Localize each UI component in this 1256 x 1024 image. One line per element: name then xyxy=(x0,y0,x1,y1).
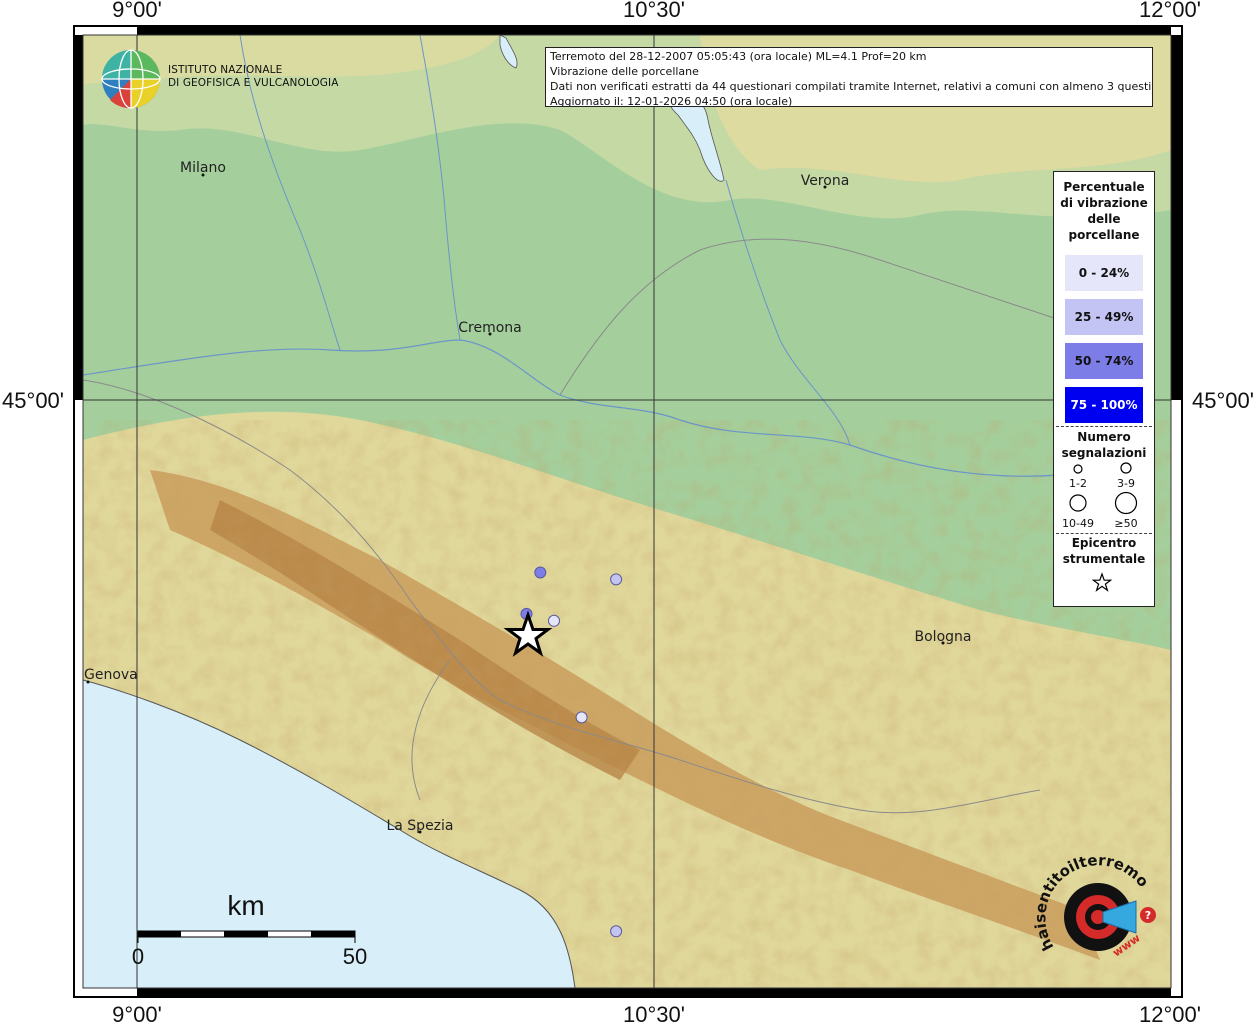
tick-bottom-0: 9°00' xyxy=(112,1002,162,1024)
svg-text:Genova: Genova xyxy=(84,667,138,683)
legend-class-2: 50 - 74% xyxy=(1065,343,1143,379)
tick-left-0: 45°00' xyxy=(2,388,64,413)
legend-class-0: 0 - 24% xyxy=(1065,255,1143,291)
svg-text:Verona: Verona xyxy=(801,173,850,189)
legend-count-label-0: 1-2 xyxy=(1069,477,1087,490)
legend-epicenter-title-line: strumentale xyxy=(1062,552,1146,566)
ingv-globe-icon xyxy=(101,49,161,109)
legend-class-3: 75 - 100% xyxy=(1065,387,1143,423)
legend-count-symbols: 1-2 3-9 10-49 ≥50 xyxy=(1062,462,1138,530)
event-info-line: Aggiornato il: 12-01-2026 04:50 (ora loc… xyxy=(550,95,793,107)
map-legend: Percentuale di vibrazione delle porcella… xyxy=(1053,171,1155,607)
tick-bottom-1: 10°30' xyxy=(623,1002,685,1024)
legend-divider xyxy=(1056,533,1152,534)
city-genova: Genova xyxy=(84,667,138,684)
city-milano: Milano xyxy=(180,160,226,177)
observation-point-0 xyxy=(534,566,547,579)
legend-epicenter-title: Epicentro strumentale xyxy=(1054,535,1154,567)
legend-star-icon xyxy=(1091,572,1113,592)
event-info-box: Terremoto del 28-12-2007 05:05:43 (ora l… xyxy=(545,47,1153,107)
legend-divider xyxy=(1056,426,1152,427)
event-info-line: Vibrazione delle porcellane xyxy=(550,65,699,78)
scale-bar-max: 50 xyxy=(343,944,367,969)
legend-title-line: di vibrazione xyxy=(1060,196,1148,210)
svg-text:La Spezia: La Spezia xyxy=(386,818,453,834)
tick-top-0: 9°00' xyxy=(112,0,162,22)
institute-name: ISTITUTO NAZIONALE DI GEOFISICA E VULCAN… xyxy=(168,64,339,90)
legend-count-title-line: Numero xyxy=(1077,430,1131,444)
tick-top-1: 10°30' xyxy=(623,0,685,22)
scale-bar-min: 0 xyxy=(132,944,144,969)
legend-count-label-2: 10-49 xyxy=(1062,517,1094,530)
observation-point-5 xyxy=(610,925,623,938)
legend-title: Percentuale di vibrazione delle porcella… xyxy=(1054,179,1154,243)
legend-class-1: 25 - 49% xyxy=(1065,299,1143,335)
tick-top-2: 12°00' xyxy=(1139,0,1201,22)
svg-text:Bologna: Bologna xyxy=(915,629,972,645)
legend-count-label-3: ≥50 xyxy=(1114,517,1137,530)
observation-point-3 xyxy=(548,614,560,627)
legend-count-label-1: 3-9 xyxy=(1117,477,1135,490)
scale-bar-title: km xyxy=(227,890,264,921)
observation-point-2 xyxy=(610,573,623,586)
observation-point-4 xyxy=(575,711,588,724)
city-cremona: Cremona xyxy=(458,320,522,336)
legend-count-title: Numero segnalazioni xyxy=(1054,429,1154,461)
city-la-spezia: La Spezia xyxy=(386,818,453,834)
legend-title-line: delle xyxy=(1087,212,1121,226)
event-info-line: Dati non verificati estratti da 44 quest… xyxy=(550,80,1153,93)
svg-text:Milano: Milano xyxy=(180,160,226,176)
city-verona: Verona xyxy=(801,173,850,189)
brand-question: ? xyxy=(1145,909,1151,922)
terrain xyxy=(83,35,1171,988)
event-info-line: Terremoto del 28-12-2007 05:05:43 (ora l… xyxy=(550,50,927,63)
legend-title-line: porcellane xyxy=(1068,228,1140,242)
legend-title-line: Percentuale xyxy=(1063,180,1145,194)
legend-epicenter-title-line: Epicentro xyxy=(1071,536,1137,550)
city-bologna: Bologna xyxy=(915,629,972,645)
svg-text:Cremona: Cremona xyxy=(458,320,522,336)
legend-count-title-line: segnalazioni xyxy=(1061,446,1147,460)
tick-right-0: 45°00' xyxy=(1192,388,1254,413)
institute-line-2: DI GEOFISICA E VULCANOLOGIA xyxy=(168,77,339,89)
institute-line-1: ISTITUTO NAZIONALE xyxy=(168,64,283,76)
tick-bottom-2: 12°00' xyxy=(1139,1002,1201,1024)
